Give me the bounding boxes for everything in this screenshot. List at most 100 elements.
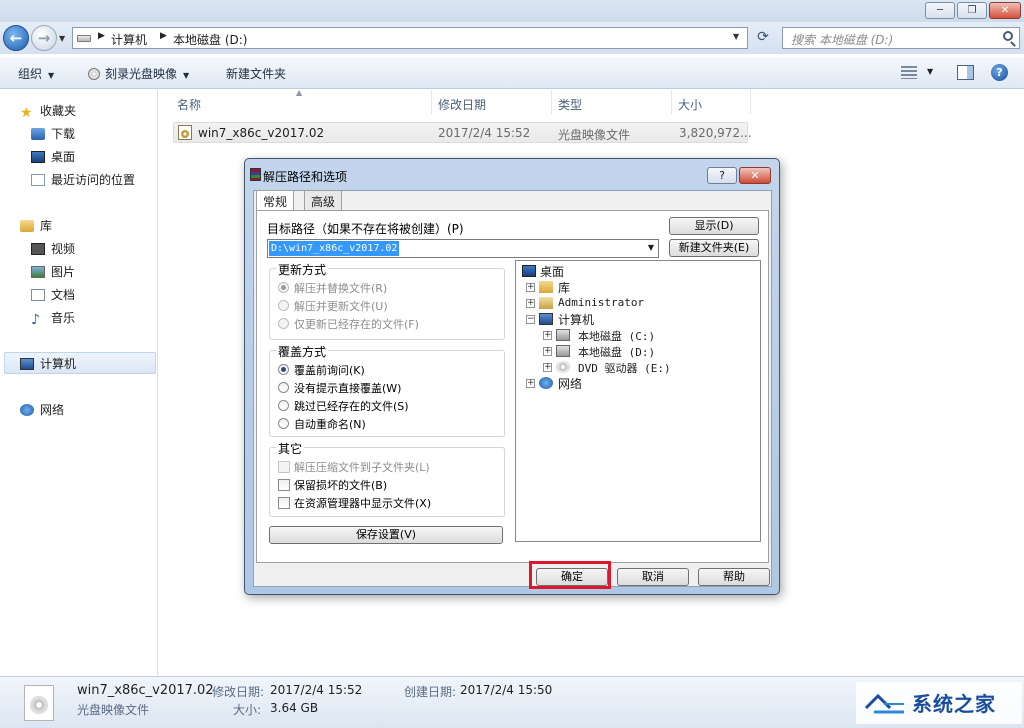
address-bar[interactable]: ▶ 计算机 ▶ 本地磁盘 (D:) ▼ (72, 27, 748, 49)
sidebar-item-pictures[interactable]: 图片 (31, 263, 75, 280)
checkbox-show-in-explorer[interactable] (278, 497, 290, 509)
tree-node-administrator[interactable]: Administrator (558, 296, 644, 309)
checkbox-extract-to-subfolder[interactable] (278, 461, 290, 473)
tab-general[interactable]: 常规 (256, 190, 295, 211)
radio-extract-update[interactable] (278, 300, 289, 311)
forward-button[interactable]: → (31, 25, 57, 51)
recent-pages-dropdown[interactable]: ▼ (59, 34, 65, 43)
expand-icon[interactable]: + (526, 379, 535, 388)
sidebar-item-music[interactable]: ♪ 音乐 (31, 309, 75, 327)
breadcrumb-separator-icon[interactable]: ▶ (160, 31, 167, 41)
maximize-button[interactable]: ❐ (957, 2, 987, 19)
chevron-down-icon: ▼ (183, 71, 190, 80)
navigation-pane: ★ 收藏夹 下载 桌面 最近访问的位置 库 视频 图片 文档 ♪ 音乐 计算机 网络 (0, 90, 158, 676)
sidebar-item-desktop[interactable]: 桌面 (31, 148, 75, 165)
tree-node-drive-e[interactable]: DVD 驱动器 (E:) (578, 360, 671, 376)
expand-icon[interactable]: + (543, 347, 552, 356)
user-folder-icon (539, 297, 553, 309)
radio-skip-existing[interactable] (278, 400, 289, 411)
expand-icon[interactable]: + (543, 363, 552, 372)
extract-options-dialog: 解压路径和选项 ? ✕ 常规 高级 目标路径（如果不存在将被创建）(P) 显示(… (244, 158, 780, 595)
column-header-size[interactable]: 大小 (678, 96, 702, 113)
new-folder-dialog-button[interactable]: 新建文件夹(E) (669, 239, 759, 257)
expand-icon[interactable]: + (526, 283, 535, 292)
radio-extract-replace[interactable] (278, 282, 289, 293)
tree-node-network[interactable]: 网络 (558, 375, 582, 392)
views-icon[interactable] (901, 66, 917, 79)
organize-button[interactable]: 组织 ▼ (18, 65, 54, 82)
radio-auto-rename[interactable] (278, 418, 289, 429)
search-input[interactable]: 搜索 本地磁盘 (D:) (782, 27, 1020, 49)
sidebar-item-documents[interactable]: 文档 (31, 286, 75, 303)
watermark: 系统之家 (856, 682, 1022, 724)
sidebar-item-favorites[interactable]: ★ 收藏夹 (20, 102, 76, 121)
checkbox-keep-broken-files[interactable] (278, 479, 290, 491)
radio-ask-before-overwrite[interactable] (278, 364, 289, 375)
organize-label: 组织 (18, 67, 43, 81)
minimize-button[interactable]: ─ (925, 2, 955, 19)
breadcrumb-drive-d[interactable]: 本地磁盘 (D:) (173, 31, 247, 48)
views-dropdown-icon[interactable]: ▼ (927, 67, 933, 76)
column-divider[interactable] (671, 90, 672, 114)
back-button[interactable]: ← (3, 25, 29, 51)
library-icon (539, 281, 553, 293)
radio-overwrite-without-prompt[interactable] (278, 382, 289, 393)
target-path-combobox[interactable]: D:\win7_x86c_v2017.02 ▼ (267, 239, 659, 258)
tab-advanced[interactable]: 高级 (304, 190, 343, 210)
tree-node-libraries[interactable]: 库 (558, 279, 570, 296)
radio-update-existing[interactable] (278, 318, 289, 329)
sort-ascending-icon: ▲ (296, 88, 303, 97)
arrow-left-icon: ← (9, 29, 23, 47)
column-header-name[interactable]: 名称 (177, 96, 201, 113)
tree-node-drive-d[interactable]: 本地磁盘 (D:) (578, 344, 655, 360)
save-settings-button[interactable]: 保存设置(V) (269, 526, 503, 544)
sidebar-item-downloads[interactable]: 下载 (31, 125, 75, 142)
sidebar-item-videos[interactable]: 视频 (31, 240, 75, 257)
sidebar-item-recent[interactable]: 最近访问的位置 (31, 171, 135, 188)
checkbox-keep-broken-files-label: 保留损坏的文件(B) (294, 479, 388, 492)
tree-node-computer[interactable]: 计算机 (558, 311, 594, 328)
expand-icon[interactable]: + (543, 331, 552, 340)
column-divider[interactable] (431, 90, 432, 114)
target-path-value[interactable]: D:\win7_x86c_v2017.02 (269, 241, 400, 256)
sidebar-item-libraries[interactable]: 库 (20, 217, 52, 234)
close-button[interactable]: ✕ (989, 2, 1021, 19)
radio-update-existing-label: 仅更新已经存在的文件(F) (294, 318, 419, 331)
cancel-button[interactable]: 取消 (617, 568, 689, 586)
sidebar-item-computer[interactable]: 计算机 (20, 355, 76, 372)
sidebar-item-label: 下载 (51, 127, 76, 141)
column-header-type[interactable]: 类型 (558, 96, 582, 113)
sidebar-item-label: 最近访问的位置 (51, 173, 136, 187)
dvd-icon (556, 361, 570, 373)
address-dropdown-icon[interactable]: ▼ (733, 32, 739, 41)
column-header-modified[interactable]: 修改日期 (438, 96, 486, 113)
iso-file-large-icon (24, 685, 54, 721)
sidebar-item-network[interactable]: 网络 (20, 401, 64, 418)
folder-tree[interactable]: 桌面 + 库 + Administrator − 计算机 + 本地磁盘 (C:)… (515, 260, 761, 542)
new-folder-button[interactable]: 新建文件夹 (226, 65, 286, 82)
preview-pane-icon[interactable] (957, 65, 974, 80)
refresh-button[interactable]: ⟳ (752, 27, 774, 49)
dialog-close-button[interactable]: ✕ (739, 167, 771, 184)
help-icon[interactable]: ? (991, 64, 1008, 81)
tree-node-desktop[interactable]: 桌面 (540, 263, 564, 280)
breadcrumb-computer[interactable]: 计算机 (111, 31, 147, 48)
show-button[interactable]: 显示(D) (669, 217, 759, 235)
tree-node-drive-c[interactable]: 本地磁盘 (C:) (578, 328, 655, 344)
dialog-footer-help-button[interactable]: 帮助 (698, 568, 770, 586)
column-divider[interactable] (750, 90, 751, 114)
burn-disc-image-button[interactable]: 刻录光盘映像 ▼ (88, 65, 189, 82)
details-created-value: 2017/2/4 15:50 (460, 683, 553, 697)
computer-icon (20, 358, 34, 370)
search-icon[interactable] (1003, 31, 1013, 41)
desktop-icon (522, 265, 536, 277)
column-divider[interactable] (551, 90, 552, 114)
file-row[interactable]: win7_x86c_v2017.02 2017/2/4 15:52 光盘映像文件… (173, 122, 752, 143)
sidebar-item-label: 网络 (40, 403, 65, 417)
collapse-icon[interactable]: − (526, 315, 535, 324)
breadcrumb-separator-icon[interactable]: ▶ (98, 31, 105, 41)
library-icon (20, 220, 34, 232)
chevron-down-icon[interactable]: ▼ (648, 243, 654, 252)
dialog-help-button[interactable]: ? (707, 167, 737, 184)
expand-icon[interactable]: + (526, 299, 535, 308)
